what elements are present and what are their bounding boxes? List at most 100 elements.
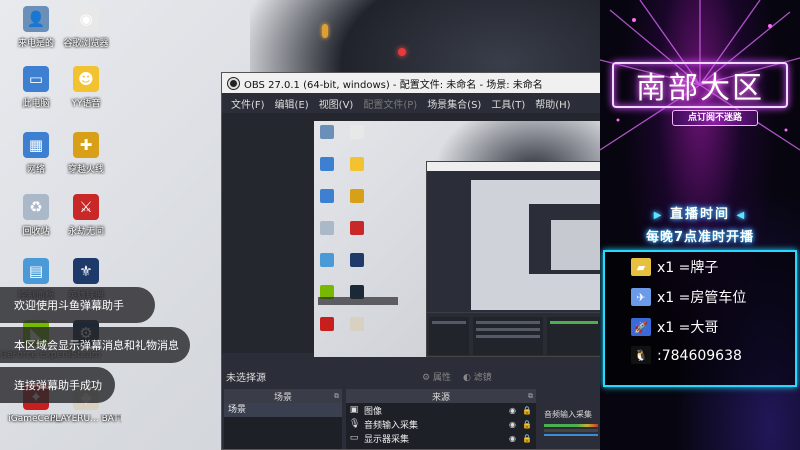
desktop-icon-label: 谷歌浏览器 [63, 39, 109, 49]
preview-desktop-icon [350, 157, 364, 171]
desktop-icon-label: YY语音 [71, 99, 101, 109]
wallpaper-figure [322, 24, 328, 38]
volume-slider[interactable] [544, 434, 598, 436]
preview-nested-obs [426, 161, 600, 357]
menu-tools[interactable]: 工具(T) [486, 96, 530, 111]
wallpaper-red-light [398, 48, 406, 56]
desktop-icon[interactable]: ☻ YY语音 [50, 66, 122, 109]
gift-rules-box: ▰ x1 =牌子 ✈ x1 =房管车位 🚀 x1 =大哥 🐧:784609638 [603, 250, 797, 387]
visibility-eye-icon[interactable]: ◉ [509, 406, 516, 415]
desktop-icon[interactable]: ◉ 谷歌浏览器 [50, 6, 122, 49]
desktop-icon-label: PLAYERU... BATTLEGR... [50, 414, 122, 424]
menu-profile[interactable]: 配置文件(P) [358, 96, 422, 111]
preview-nested-canvas [471, 180, 600, 310]
no-source-label: 未选择源 [226, 372, 266, 384]
visibility-eye-icon[interactable]: ◉ [509, 420, 516, 429]
monitor-icon: ▭ [349, 433, 359, 443]
preview-canvas[interactable] [314, 121, 600, 357]
lol-icon: ⚜ [73, 258, 99, 284]
obs-docks: 场景 ⧉ 场景 来源 ⧉ ▣ 图像 ◉ 🔒 🎙 音频输入采集 ◉ 🔒 ▭ 显示器采集 ◉ 🔒 音频输入采集 [222, 389, 600, 449]
arrow-right-icon: ▶ [653, 210, 664, 221]
preview-dock-sources [473, 317, 543, 355]
sources-list[interactable]: ▣ 图像 ◉ 🔒 🎙 音频输入采集 ◉ 🔒 ▭ 显示器采集 ◉ 🔒 [346, 403, 536, 449]
sources-dock-header[interactable]: 来源 ⧉ [346, 389, 536, 403]
source-name: 图像 [364, 406, 383, 417]
visibility-eye-icon[interactable]: ◉ [509, 434, 516, 443]
filters-button[interactable]: ◐ 滤镜 [463, 370, 492, 383]
preview-desktop-icon [350, 125, 364, 139]
source-item[interactable]: ▣ 图像 ◉ 🔒 [346, 403, 536, 417]
menu-file[interactable]: 文件(F) [226, 96, 270, 111]
dock-pin-icon[interactable]: ⧉ [334, 392, 339, 401]
preview-toast [318, 297, 398, 305]
properties-button[interactable]: ⚙ 属性 [422, 370, 451, 383]
filter-icon: ◐ [462, 372, 471, 383]
danmaku-toast: 本区域会显示弹幕消息和礼物消息 [0, 327, 190, 363]
preview-dock-mixer [547, 317, 600, 355]
preview-desktop-icon [320, 253, 334, 267]
volume-meter [544, 429, 598, 432]
menu-view[interactable]: 视图(V) [314, 96, 359, 111]
menu-edit[interactable]: 编辑(E) [270, 96, 314, 111]
danmaku-toast: 欢迎使用斗鱼弹幕助手 [0, 287, 155, 323]
source-item[interactable]: ▭ 显示器采集 ◉ 🔒 [346, 431, 536, 445]
preview-nested-obs-2 [529, 204, 600, 274]
preview-desktop-icon [350, 189, 364, 203]
menu-scene-collection[interactable]: 场景集合(S) [422, 96, 486, 111]
preview-nested-docks [427, 312, 600, 356]
obs-window[interactable]: OBS 27.0.1 (64-bit, windows) - 配置文件: 未命名… [221, 72, 601, 450]
image-icon: ▣ [349, 405, 359, 415]
desktop-icon-label: 永劫无间 [67, 227, 104, 237]
yy-icon: ☻ [73, 66, 99, 92]
gift-rule-text: :784609638 [657, 348, 742, 364]
desktop-icon[interactable]: ⚔ 永劫无间 [50, 194, 122, 237]
mixer-channel-label: 音频输入采集 [544, 410, 592, 419]
lock-icon[interactable]: 🔒 [522, 420, 532, 429]
preview-desktop-icon [350, 221, 364, 235]
scenes-list[interactable]: 场景 [224, 403, 342, 449]
schedule-text: 每晚7点准时开播 [645, 230, 755, 245]
danmaku-toast: 连接弹幕助手成功 [0, 367, 115, 403]
source-name: 显示器采集 [364, 434, 410, 445]
chrome-icon: ◉ [73, 6, 99, 32]
desktop-icon[interactable]: ✚ 穿越火线 [50, 132, 122, 175]
big-brother-gift-icon: 🚀 [631, 318, 651, 336]
room-admin-gift-icon: ✈ [631, 288, 651, 306]
stream-overlay-panel: 南部大区 点订阅不迷路 ▶ 直播时间 ◀ 每晚7点准时开播 ▰ x1 =牌子 ✈ x1… [600, 0, 800, 450]
arrow-left-icon: ◀ [736, 210, 747, 221]
control-panel-icon: ▤ [23, 258, 49, 284]
window-title: OBS 27.0.1 (64-bit, windows) - 配置文件: 未命名… [244, 79, 543, 91]
recycle-bin-icon: ♻ [23, 194, 49, 220]
volume-meter [544, 424, 598, 427]
preview-desktop-icon [320, 157, 334, 171]
lock-icon[interactable]: 🔒 [522, 406, 532, 415]
computer-icon: ▭ [23, 66, 49, 92]
menu-help[interactable]: 帮助(H) [530, 96, 575, 111]
lock-icon[interactable]: 🔒 [522, 434, 532, 443]
preview-desktop-icon [320, 317, 334, 331]
source-toolbar: 未选择源 ⚙ 属性 ◐ 滤镜 [222, 365, 600, 387]
obs-title-bar[interactable]: OBS 27.0.1 (64-bit, windows) - 配置文件: 未命名… [222, 73, 600, 93]
preview-desktop-icon [320, 125, 334, 139]
desktop-icon-label: 穿越火线 [67, 165, 104, 175]
preview-nested-title [427, 162, 600, 171]
audio-mixer: 音频输入采集 [540, 389, 600, 449]
naraka-icon: ⚔ [73, 194, 99, 220]
source-item[interactable]: 🎙 音频输入采集 ◉ 🔒 [346, 417, 536, 431]
qq-icon: 🐧 [631, 346, 651, 364]
preview-nested-canvas-2 [551, 220, 600, 270]
preview-desktop-icon [320, 221, 334, 235]
scenes-dock-header[interactable]: 场景 ⧉ [224, 389, 342, 403]
network-icon: ▦ [23, 132, 49, 158]
user-folder-icon: 👤 [23, 6, 49, 32]
preview-dock-scenes [429, 317, 469, 355]
subscribe-badge: 点订阅不迷路 [672, 110, 758, 126]
gear-icon: ⚙ [422, 372, 431, 383]
source-name: 音频输入采集 [364, 420, 419, 431]
preview-desktop-icon [350, 253, 364, 267]
dock-pin-icon[interactable]: ⧉ [528, 392, 533, 401]
live-time-heading: ▶ 直播时间 ◀ [653, 207, 747, 222]
placard-gift-icon: ▰ [631, 258, 651, 276]
scene-item[interactable]: 场景 [224, 403, 342, 417]
gift-rule-text: x1 =牌子 [657, 260, 719, 276]
